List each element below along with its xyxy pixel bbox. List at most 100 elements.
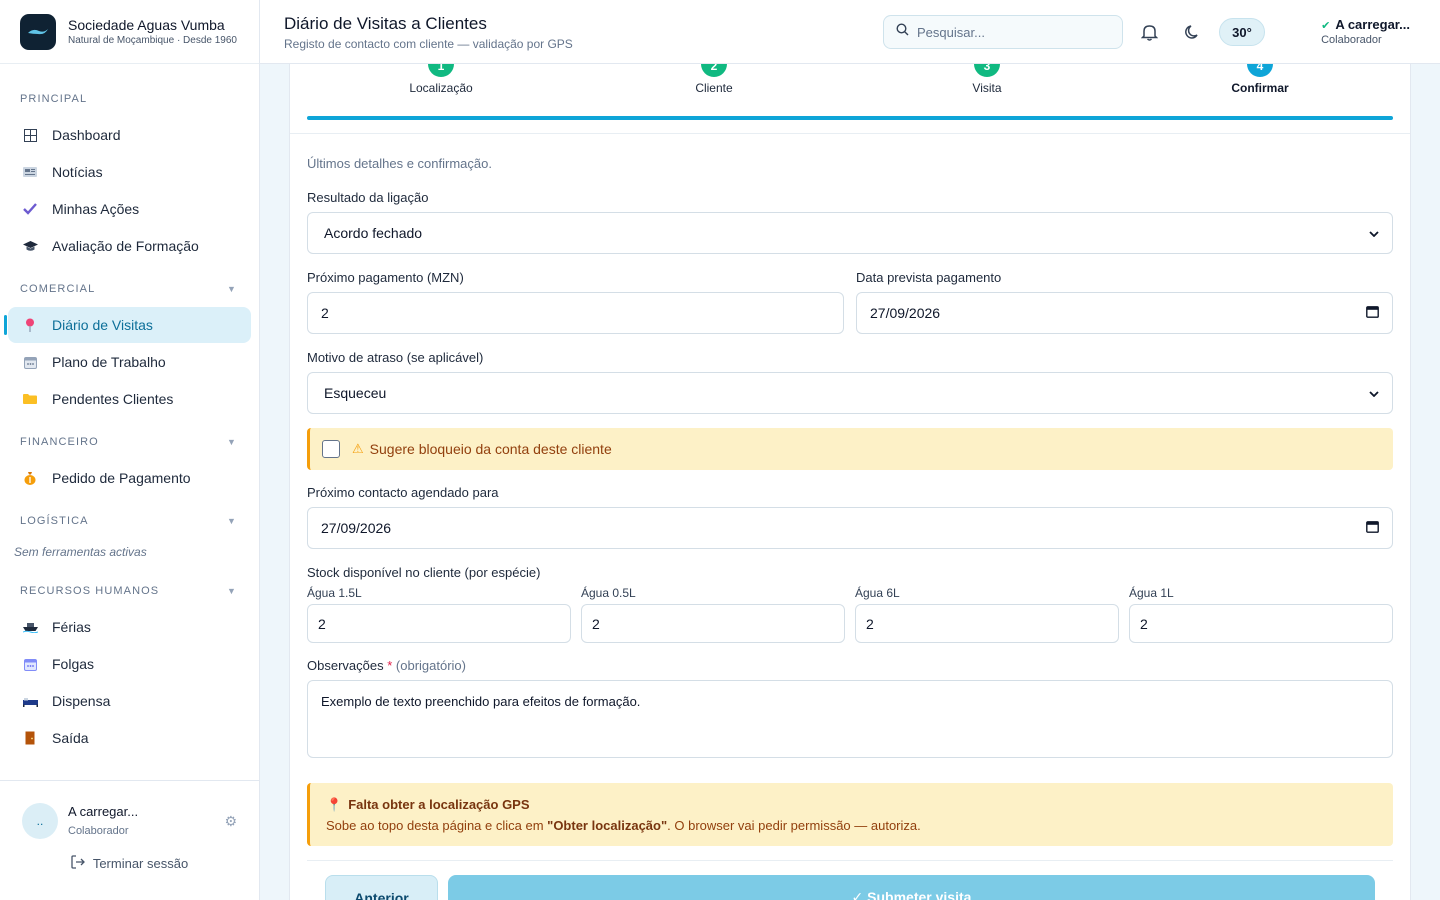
grid-icon	[22, 127, 38, 143]
sidebar: Sociedade Aguas Vumba Natural de Moçambi…	[0, 0, 260, 900]
moon-icon[interactable]	[1181, 20, 1205, 44]
back-button[interactable]: Anterior	[325, 875, 438, 900]
sidebar-item-dispensa[interactable]: Dispensa	[8, 683, 251, 719]
step-visita[interactable]: 3 Visita	[927, 64, 1047, 95]
progress-bar	[307, 116, 1393, 120]
section-label: PRINCIPAL	[20, 93, 88, 105]
stock-value: 2	[318, 615, 326, 632]
chevron-down-icon: ▼	[226, 516, 237, 526]
bloqueio-checkbox[interactable]	[322, 440, 340, 458]
resultado-select[interactable]: Acordo fechado	[307, 212, 1393, 254]
money-bag-icon	[22, 470, 38, 486]
sidebar-item-pendentes[interactable]: Pendentes Clientes	[8, 381, 251, 417]
observacoes-textarea[interactable]: Exemplo de texto preenchido para efeitos…	[307, 680, 1393, 758]
data-pagamento-input[interactable]: 27/09/2026	[856, 292, 1393, 334]
door-icon	[22, 730, 38, 746]
sidebar-item-label: Folgas	[52, 656, 95, 672]
calendar-icon[interactable]	[1366, 305, 1379, 321]
brand-name: Sociedade Aguas Vumba	[68, 16, 225, 33]
gear-icon[interactable]: ⚙	[224, 813, 237, 830]
user-card[interactable]: .. A carregar... Colaborador ⚙	[0, 781, 259, 839]
stock-item-label: Água 1L	[1129, 586, 1174, 600]
sidebar-item-label: Férias	[52, 619, 91, 635]
section-financeiro[interactable]: FINANCEIRO ▼	[0, 425, 259, 459]
step-confirmar[interactable]: 4 Confirmar	[1200, 64, 1320, 95]
logout-button[interactable]: Terminar sessão	[0, 855, 259, 872]
bloqueio-label: Sugere bloqueio da conta deste cliente	[369, 441, 612, 457]
sidebar-item-visitas[interactable]: Diário de Visitas	[4, 307, 251, 343]
logout-icon	[71, 855, 85, 872]
search-input[interactable]	[917, 24, 1107, 40]
chevron-down-icon	[1369, 226, 1379, 240]
chevron-down-icon: ▼	[226, 586, 237, 596]
section-principal: PRINCIPAL	[0, 82, 259, 116]
sidebar-item-pagamento[interactable]: Pedido de Pagamento	[8, 460, 251, 496]
calendar-icon[interactable]	[1366, 520, 1379, 536]
bloqueio-checkbox-row[interactable]: ⚠ Sugere bloqueio da conta deste cliente	[307, 428, 1393, 470]
gps-alert-title: Falta obter a localização GPS	[348, 797, 530, 812]
stock-input-1-5l[interactable]: 2	[307, 604, 571, 643]
sidebar-item-plano[interactable]: Plano de Trabalho	[8, 344, 251, 380]
brand[interactable]: Sociedade Aguas Vumba Natural de Moçambi…	[0, 0, 259, 64]
logistica-empty-note: Sem ferramentas activas	[14, 545, 147, 559]
proximo-pagamento-input[interactable]: 2	[307, 292, 844, 334]
motivo-value: Esqueceu	[324, 385, 387, 401]
calendar-icon	[22, 656, 38, 672]
sidebar-item-label: Dashboard	[52, 127, 121, 143]
sidebar-nav: PRINCIPAL Dashboard Notícias Minhas Açõe…	[0, 64, 259, 756]
sidebar-item-ferias[interactable]: Férias	[8, 609, 251, 645]
divider	[307, 860, 1393, 861]
stock-grid: Água 1.5L 2 Água 0.5L 2 Água 6L 2 Água 1…	[307, 586, 1393, 643]
stock-input-6l[interactable]: 2	[855, 604, 1119, 643]
sidebar-item-label: Minhas Ações	[52, 201, 140, 217]
header-user[interactable]: ✔ A carregar... Colaborador	[1321, 17, 1410, 47]
page-subtitle: Registo de contacto com cliente — valida…	[284, 37, 573, 51]
section-logistica[interactable]: LOGÍSTICA ▼	[0, 504, 259, 538]
step-label: Cliente	[695, 81, 733, 95]
stock-input-1l[interactable]: 2	[1129, 604, 1393, 643]
sidebar-item-acoes[interactable]: Minhas Ações	[8, 191, 251, 227]
chevron-down-icon: ▼	[226, 284, 237, 294]
stock-item-label: Água 1.5L	[307, 586, 362, 600]
required-hint: (obrigatório)	[395, 658, 466, 673]
sidebar-item-noticias[interactable]: Notícias	[8, 154, 251, 190]
search-box[interactable]	[883, 15, 1123, 49]
gps-alert: 📍 Falta obter a localização GPS Sobe ao t…	[307, 783, 1393, 846]
sidebar-item-label: Pedido de Pagamento	[52, 470, 191, 486]
gps-alert-action: "Obter localização"	[547, 818, 668, 833]
bed-icon	[22, 693, 38, 709]
sidebar-item-formacao[interactable]: Avaliação de Formação	[8, 228, 251, 264]
section-comercial[interactable]: COMERCIAL ▼	[0, 272, 259, 306]
header-user-role: Colaborador	[1321, 34, 1382, 46]
sidebar-item-label: Saída	[52, 730, 89, 746]
stock-item-label: Água 0.5L	[581, 586, 636, 600]
step-label: Visita	[972, 81, 1002, 95]
proximo-pagamento-value: 2	[321, 305, 329, 321]
stock-input-0-5l[interactable]: 2	[581, 604, 845, 643]
proximo-pagamento-label: Próximo pagamento (MZN)	[307, 270, 464, 285]
sidebar-item-folgas[interactable]: Folgas	[8, 646, 251, 682]
stock-value: 2	[1140, 615, 1148, 632]
step-number: 4	[1247, 64, 1273, 77]
search-icon	[896, 23, 909, 41]
sidebar-item-saida[interactable]: Saída	[8, 720, 251, 756]
form-actions: Anterior ✓ Submeter visita	[307, 875, 1393, 900]
sidebar-item-dashboard[interactable]: Dashboard	[8, 117, 251, 153]
brand-tagline: Natural de Moçambique · Desde 1960	[68, 34, 237, 46]
section-label: RECURSOS HUMANOS	[20, 585, 160, 597]
step-cliente[interactable]: 2 Cliente	[654, 64, 774, 95]
step-localizacao[interactable]: 1 Localização	[381, 64, 501, 95]
observacoes-value: Exemplo de texto preenchido para efeitos…	[321, 694, 641, 709]
resultado-label: Resultado da ligação	[307, 190, 429, 205]
proximo-contacto-input[interactable]: 27/09/2026	[307, 507, 1393, 549]
section-rh[interactable]: RECURSOS HUMANOS ▼	[0, 574, 259, 608]
motivo-select[interactable]: Esqueceu	[307, 372, 1393, 414]
step-number: 2	[701, 64, 727, 77]
proximo-contacto-value: 27/09/2026	[321, 520, 392, 536]
bell-icon[interactable]	[1137, 20, 1161, 44]
header-user-name-row: ✔ A carregar...	[1321, 17, 1410, 34]
gps-alert-text: Sobe ao topo desta página e clica em	[326, 818, 548, 833]
gps-alert-title-row: 📍 Falta obter a localização GPS	[326, 797, 1377, 813]
submit-button[interactable]: ✓ Submeter visita	[448, 875, 1375, 900]
pin-icon: 📍	[326, 797, 343, 812]
